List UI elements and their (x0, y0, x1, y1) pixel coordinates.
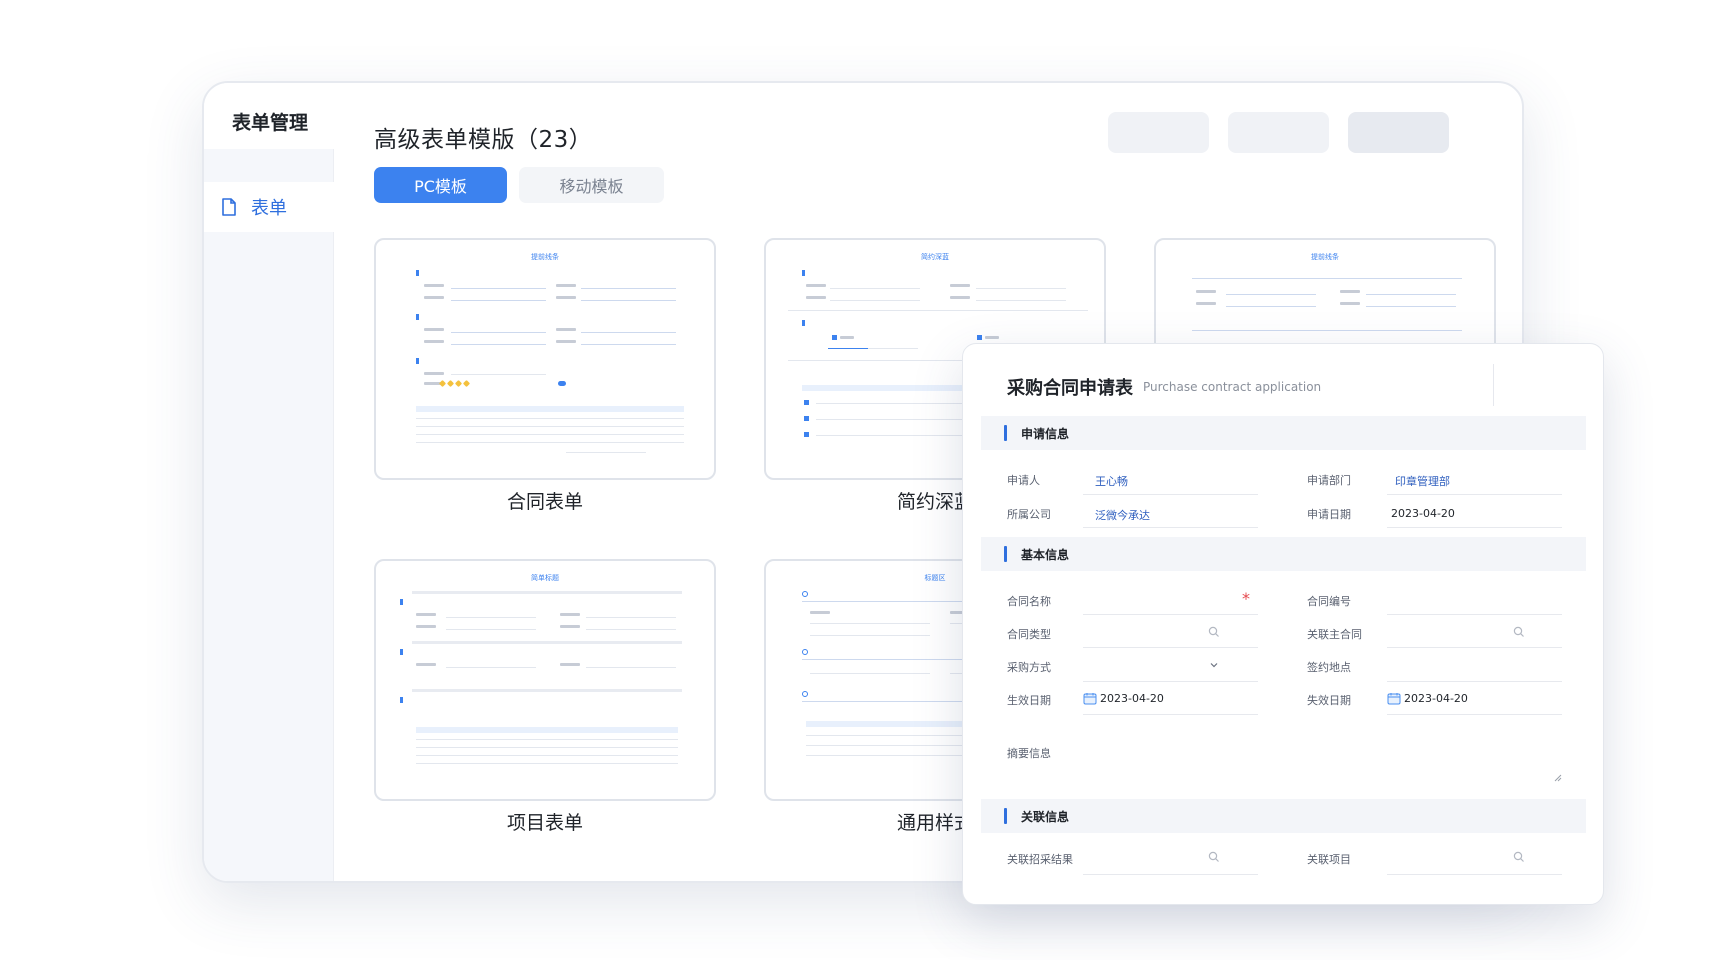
sign-place-label: 签约地点 (1307, 661, 1351, 674)
bid-result-label: 关联招采结果 (1007, 853, 1073, 866)
form-title: 采购合同申请表 (1007, 378, 1133, 399)
department-label: 申请部门 (1307, 474, 1351, 487)
contract-name-input[interactable] (1083, 614, 1258, 615)
header-divider (1493, 364, 1494, 406)
company-label: 所属公司 (1007, 508, 1051, 521)
effective-date-label: 生效日期 (1007, 694, 1051, 707)
field-underline (1083, 494, 1258, 495)
section-apply-info: 申请信息 (981, 416, 1586, 450)
toolbar-button-3[interactable] (1348, 112, 1449, 153)
template-card-project[interactable]: 简单标题 (374, 559, 716, 801)
tab-mobile-template[interactable]: 移动模板 (519, 167, 664, 203)
section-basic-info: 基本信息 (981, 537, 1586, 571)
project-label: 关联项目 (1307, 853, 1351, 866)
summary-textarea[interactable] (1083, 728, 1563, 782)
apply-date-label: 申请日期 (1307, 508, 1351, 521)
applicant-label: 申请人 (1007, 474, 1040, 487)
contract-type-input[interactable] (1083, 647, 1258, 648)
contract-type-label: 合同类型 (1007, 628, 1051, 641)
section-marker (1004, 546, 1007, 562)
main-contract-input[interactable] (1387, 647, 1562, 648)
effective-date-input[interactable]: 2023-04-20 (1083, 692, 1164, 705)
thumbnail-title: 简约深蓝 (921, 253, 949, 261)
bid-result-input[interactable] (1083, 874, 1258, 875)
expire-date-value: 2023-04-20 (1404, 692, 1468, 705)
company-value[interactable]: 泛微今承达 (1095, 507, 1150, 523)
main-contract-label: 关联主合同 (1307, 628, 1362, 641)
file-icon (222, 198, 236, 216)
resize-handle-icon[interactable] (1554, 774, 1562, 782)
sign-place-input[interactable] (1387, 681, 1562, 682)
search-icon[interactable] (1513, 626, 1525, 638)
search-icon[interactable] (1513, 851, 1525, 863)
field-underline (1387, 714, 1562, 715)
project-input[interactable] (1387, 874, 1562, 875)
template-thumbnail: 提前线条 (376, 240, 714, 478)
applicant-value[interactable]: 王心畅 (1095, 473, 1128, 489)
template-thumbnail: 简单标题 (376, 561, 714, 799)
chevron-down-icon[interactable] (1208, 659, 1220, 671)
required-mark: * (1242, 589, 1250, 608)
search-icon[interactable] (1208, 851, 1220, 863)
search-icon[interactable] (1208, 626, 1220, 638)
apply-date-value[interactable]: 2023-04-20 (1391, 507, 1455, 520)
section-title: 关联信息 (1021, 810, 1070, 824)
thumbnail-title: 提前线条 (1311, 253, 1339, 261)
section-marker (1004, 425, 1007, 441)
department-value[interactable]: 印章管理部 (1395, 473, 1450, 489)
field-underline (1387, 494, 1562, 495)
toolbar-button-1[interactable] (1108, 112, 1209, 153)
effective-date-value: 2023-04-20 (1100, 692, 1164, 705)
stage: 表单管理 表单 高级表单模版（23） PC模板 移动模板 提前线条 合同表单 简… (0, 0, 1720, 960)
template-label: 合同表单 (506, 491, 583, 513)
template-label: 项目表单 (506, 812, 583, 834)
form-subtitle: Purchase contract application (1143, 380, 1322, 394)
contract-name-label: 合同名称 (1007, 595, 1051, 608)
thumbnail-title: 简单标题 (531, 574, 559, 582)
sidebar-item-label: 表单 (251, 198, 287, 219)
expire-date-input[interactable]: 2023-04-20 (1387, 692, 1468, 705)
contract-no-label: 合同编号 (1307, 595, 1351, 608)
section-related-info: 关联信息 (981, 799, 1586, 833)
field-underline (1083, 714, 1258, 715)
purchase-contract-form: 采购合同申请表 Purchase contract application 申请… (962, 343, 1604, 905)
thumbnail-title: 提前线条 (531, 253, 559, 261)
toolbar-button-2[interactable] (1228, 112, 1329, 153)
expire-date-label: 失效日期 (1307, 694, 1351, 707)
summary-label: 摘要信息 (1007, 747, 1051, 760)
form-header: 采购合同申请表 Purchase contract application (963, 344, 1603, 406)
purchase-method-select[interactable] (1083, 681, 1258, 682)
field-underline (1083, 527, 1258, 528)
purchase-method-label: 采购方式 (1007, 661, 1051, 674)
contract-no-input[interactable] (1387, 614, 1562, 615)
calendar-icon (1387, 693, 1401, 705)
page-title: 高级表单模版（23） (374, 127, 593, 153)
section-marker (1004, 808, 1007, 824)
tab-pc-template[interactable]: PC模板 (374, 167, 507, 203)
sidebar: 表单管理 表单 (204, 83, 334, 881)
template-card-contract[interactable]: 提前线条 (374, 238, 716, 480)
calendar-icon (1083, 693, 1097, 705)
field-underline (1387, 527, 1562, 528)
sidebar-item-form[interactable]: 表单 (204, 182, 334, 232)
sidebar-title: 表单管理 (204, 83, 334, 149)
section-title: 基本信息 (1021, 548, 1070, 562)
section-title: 申请信息 (1021, 427, 1070, 441)
